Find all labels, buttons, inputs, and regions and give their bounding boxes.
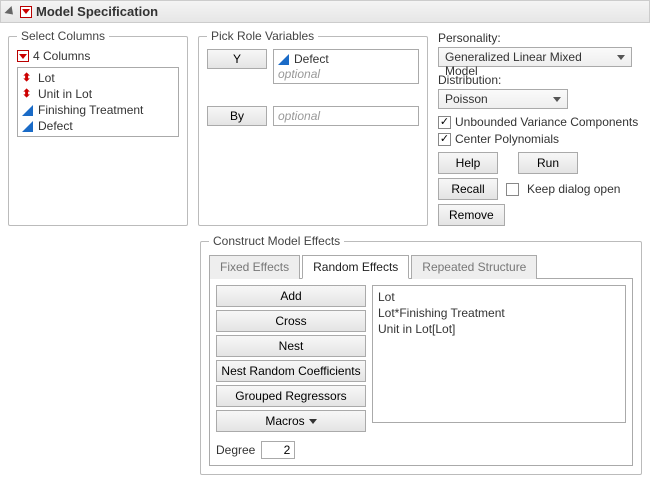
- columns-hotspot-icon[interactable]: [17, 50, 29, 62]
- select-columns-group: Select Columns 4 Columns ⬍ Lot ⬍ Unit in…: [8, 29, 188, 226]
- recall-button[interactable]: Recall: [438, 178, 498, 200]
- y-role-field[interactable]: Defect optional: [273, 49, 419, 84]
- macros-button[interactable]: Macros: [216, 410, 366, 432]
- unbounded-label: Unbounded Variance Components: [455, 115, 638, 129]
- panel-header[interactable]: Model Specification: [0, 0, 650, 23]
- select-columns-legend: Select Columns: [17, 29, 109, 43]
- hotspot-icon[interactable]: [20, 6, 32, 18]
- column-label: Defect: [38, 119, 73, 133]
- column-label: Finishing Treatment: [38, 103, 143, 117]
- continuous-icon: [278, 53, 290, 65]
- unbounded-checkbox[interactable]: [438, 116, 451, 129]
- construct-legend: Construct Model Effects: [209, 234, 344, 248]
- center-label: Center Polynomials: [455, 132, 559, 146]
- effects-list[interactable]: Lot Lot*Finishing Treatment Unit in Lot[…: [372, 285, 626, 423]
- remove-button[interactable]: Remove: [438, 204, 505, 226]
- disclosure-icon[interactable]: [4, 5, 16, 17]
- column-item[interactable]: ⬍ Lot: [18, 70, 178, 86]
- column-item[interactable]: Finishing Treatment: [18, 102, 178, 118]
- panel-title: Model Specification: [36, 4, 158, 19]
- by-role-field[interactable]: optional: [273, 106, 419, 126]
- grouped-regressors-button[interactable]: Grouped Regressors: [216, 385, 366, 407]
- continuous-icon: [22, 104, 34, 116]
- columns-list[interactable]: ⬍ Lot ⬍ Unit in Lot Finishing Treatment …: [17, 67, 179, 137]
- keep-open-checkbox[interactable]: [506, 183, 519, 196]
- help-button[interactable]: Help: [438, 152, 498, 174]
- add-effect-button[interactable]: Add: [216, 285, 366, 307]
- column-label: Lot: [38, 71, 55, 85]
- y-optional-text: optional: [278, 67, 414, 81]
- tab-repeated-structure[interactable]: Repeated Structure: [411, 255, 537, 279]
- nominal-icon: ⬍: [22, 88, 34, 100]
- column-item[interactable]: Defect: [18, 118, 178, 134]
- tab-random-effects[interactable]: Random Effects: [302, 255, 409, 279]
- by-role-button[interactable]: By: [207, 106, 267, 126]
- cross-effect-button[interactable]: Cross: [216, 310, 366, 332]
- distribution-value: Poisson: [445, 92, 488, 106]
- columns-count: 4 Columns: [33, 49, 90, 63]
- continuous-icon: [22, 120, 34, 132]
- effect-item[interactable]: Lot: [378, 289, 620, 305]
- pick-role-legend: Pick Role Variables: [207, 29, 318, 43]
- effect-item[interactable]: Lot*Finishing Treatment: [378, 305, 620, 321]
- y-role-button[interactable]: Y: [207, 49, 267, 69]
- by-optional-text: optional: [278, 109, 414, 123]
- nominal-icon: ⬍: [22, 72, 34, 84]
- column-label: Unit in Lot: [38, 87, 92, 101]
- chevron-down-icon: [305, 414, 317, 428]
- keep-open-label: Keep dialog open: [527, 182, 620, 196]
- center-checkbox[interactable]: [438, 133, 451, 146]
- run-button[interactable]: Run: [518, 152, 578, 174]
- distribution-select[interactable]: Poisson: [438, 89, 568, 109]
- degree-input[interactable]: [261, 441, 295, 459]
- nest-random-button[interactable]: Nest Random Coefficients: [216, 360, 366, 382]
- effect-item[interactable]: Unit in Lot[Lot]: [378, 321, 620, 337]
- macros-label: Macros: [265, 414, 304, 428]
- degree-label: Degree: [216, 443, 255, 457]
- effects-tabs: Fixed Effects Random Effects Repeated St…: [209, 254, 633, 279]
- personality-label: Personality:: [438, 31, 642, 45]
- construct-effects-group: Construct Model Effects Fixed Effects Ra…: [200, 234, 642, 475]
- tab-fixed-effects[interactable]: Fixed Effects: [209, 255, 300, 279]
- pick-role-group: Pick Role Variables Y Defect optional By…: [198, 29, 428, 226]
- y-role-item: Defect: [294, 52, 329, 66]
- column-item[interactable]: ⬍ Unit in Lot: [18, 86, 178, 102]
- nest-effect-button[interactable]: Nest: [216, 335, 366, 357]
- right-panel: Personality: Generalized Linear Mixed Mo…: [438, 29, 642, 226]
- personality-select[interactable]: Generalized Linear Mixed Model: [438, 47, 632, 67]
